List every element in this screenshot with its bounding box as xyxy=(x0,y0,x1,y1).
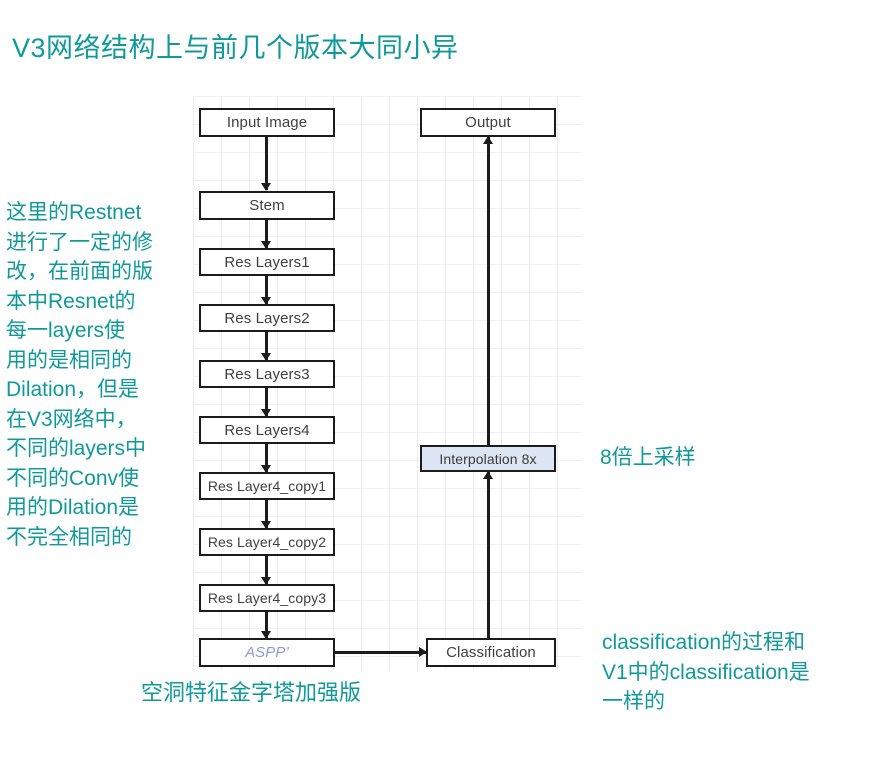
node-stem[interactable]: Stem xyxy=(199,191,335,220)
arrow-aspp-to-classification xyxy=(335,651,426,654)
arrow-reslayers4-to-copy1 xyxy=(265,444,268,472)
arrow-reslayers2-to-reslayers3 xyxy=(265,332,268,360)
node-res-layer4-copy1[interactable]: Res Layer4_copy1 xyxy=(199,472,335,500)
arrow-reslayers1-to-reslayers2 xyxy=(265,276,268,304)
node-res-layer4-copy3[interactable]: Res Layer4_copy3 xyxy=(199,584,335,612)
annotation-aspp-caption: 空洞特征金字塔加强版 xyxy=(141,680,362,705)
arrow-copy2-to-copy3 xyxy=(265,556,268,584)
arrow-input-to-stem xyxy=(265,137,268,190)
annotation-classification: classification的过程和 V1中的classification是 一… xyxy=(602,631,810,713)
arrow-reslayers3-to-reslayers4 xyxy=(265,388,268,416)
node-res-layers1[interactable]: Res Layers1 xyxy=(199,248,335,276)
arrow-copy1-to-copy2 xyxy=(265,500,268,528)
arrow-copy3-to-aspp xyxy=(265,612,268,638)
node-classification[interactable]: Classification xyxy=(426,638,556,667)
node-aspp[interactable]: ASPP’ xyxy=(199,638,335,667)
node-res-layers4[interactable]: Res Layers4 xyxy=(199,416,335,444)
node-res-layers3[interactable]: Res Layers3 xyxy=(199,360,335,388)
annotation-upsample: 8倍上采样 xyxy=(600,446,696,469)
arrow-stem-to-reslayers1 xyxy=(265,220,268,248)
arrow-interpolation-to-output xyxy=(487,137,490,445)
page-title: V3网络结构上与前几个版本大同小异 xyxy=(12,33,459,63)
node-input-image[interactable]: Input Image xyxy=(199,108,335,137)
node-res-layers2[interactable]: Res Layers2 xyxy=(199,304,335,332)
node-res-layer4-copy2[interactable]: Res Layer4_copy2 xyxy=(199,528,335,556)
node-interpolation-8x[interactable]: Interpolation 8x xyxy=(420,445,556,472)
annotation-resnet-dilation: 这里的Restnet 进行了一定的修 改，在前面的版 本中Resnet的 每一l… xyxy=(6,201,153,549)
arrow-classification-to-interpolation xyxy=(487,472,490,638)
node-output[interactable]: Output xyxy=(420,108,556,137)
